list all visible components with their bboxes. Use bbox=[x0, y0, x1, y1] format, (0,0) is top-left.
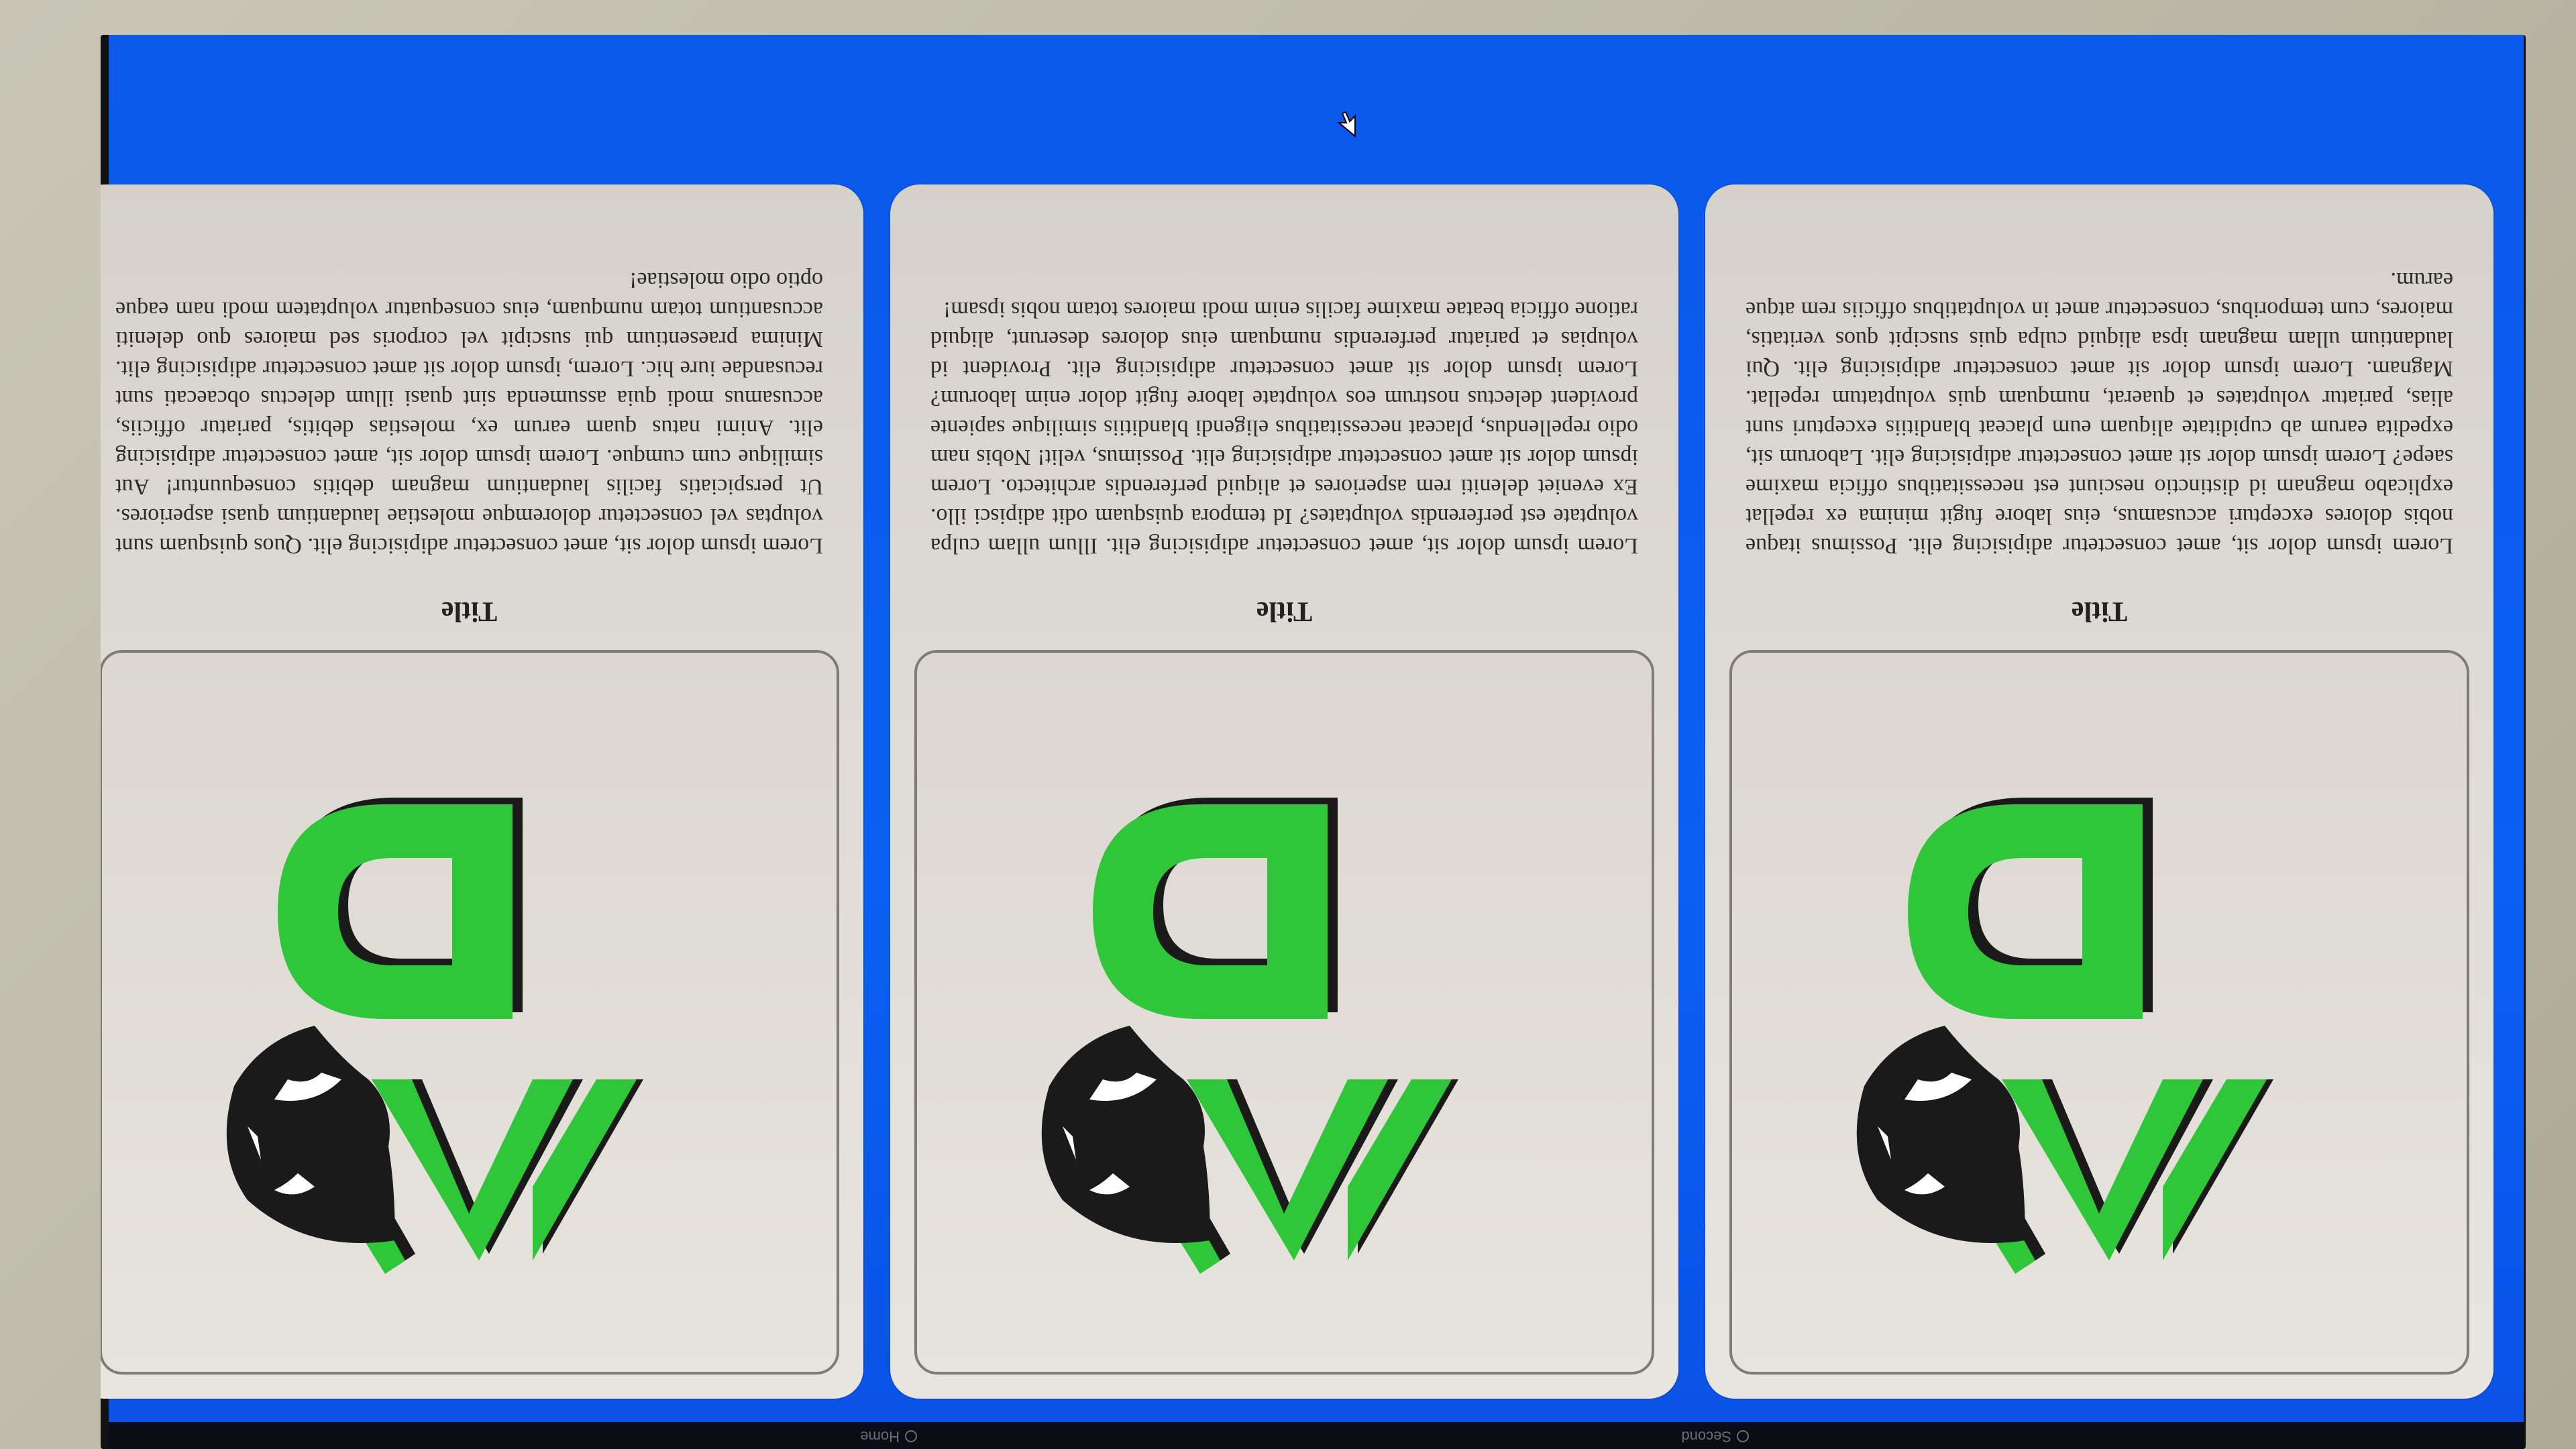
card-image bbox=[1729, 650, 2469, 1375]
card-image bbox=[914, 650, 1654, 1375]
monitor-screen: Second Home Title Lorem ipsum dolor sit,… bbox=[101, 35, 2526, 1449]
card-body: Lorem ipsum dolor sit, amet consectetur … bbox=[115, 268, 823, 558]
card[interactable]: Title Lorem ipsum dolor sit, amet consec… bbox=[890, 184, 1678, 1399]
taskbar-tab-label: Second bbox=[1681, 1428, 1731, 1445]
mouse-pointer-icon bbox=[1337, 111, 1356, 138]
card[interactable]: Title Lorem ipsum dolor sit, amet consec… bbox=[1705, 184, 2493, 1399]
card-body: Lorem ipsum dolor sit, amet consectetur … bbox=[930, 297, 1638, 558]
card[interactable]: Title Lorem ipsum dolor sit, amet consec… bbox=[101, 184, 863, 1399]
tab-icon bbox=[1737, 1430, 1749, 1442]
taskbar-tab-home[interactable]: Home bbox=[860, 1428, 917, 1445]
taskbar-tab-label: Home bbox=[860, 1428, 900, 1445]
taskbar-tab-second[interactable]: Second bbox=[1681, 1428, 1749, 1445]
wd-panther-logo bbox=[227, 798, 644, 1274]
card-body: Lorem ipsum dolor sit, amet consectetur … bbox=[1746, 268, 2453, 558]
card-title: Title bbox=[441, 596, 498, 627]
card-title: Title bbox=[2071, 596, 2128, 627]
tab-icon bbox=[905, 1430, 917, 1442]
card-image bbox=[101, 650, 839, 1375]
taskbar: Second Home bbox=[109, 1422, 2524, 1449]
card-title: Title bbox=[1256, 596, 1313, 627]
desktop-screen: Second Home Title Lorem ipsum dolor sit,… bbox=[101, 35, 2524, 1449]
wd-panther-logo bbox=[1857, 798, 2274, 1274]
wd-panther-logo bbox=[1042, 798, 1459, 1274]
card-grid: Title Lorem ipsum dolor sit, amet consec… bbox=[101, 121, 2493, 1399]
